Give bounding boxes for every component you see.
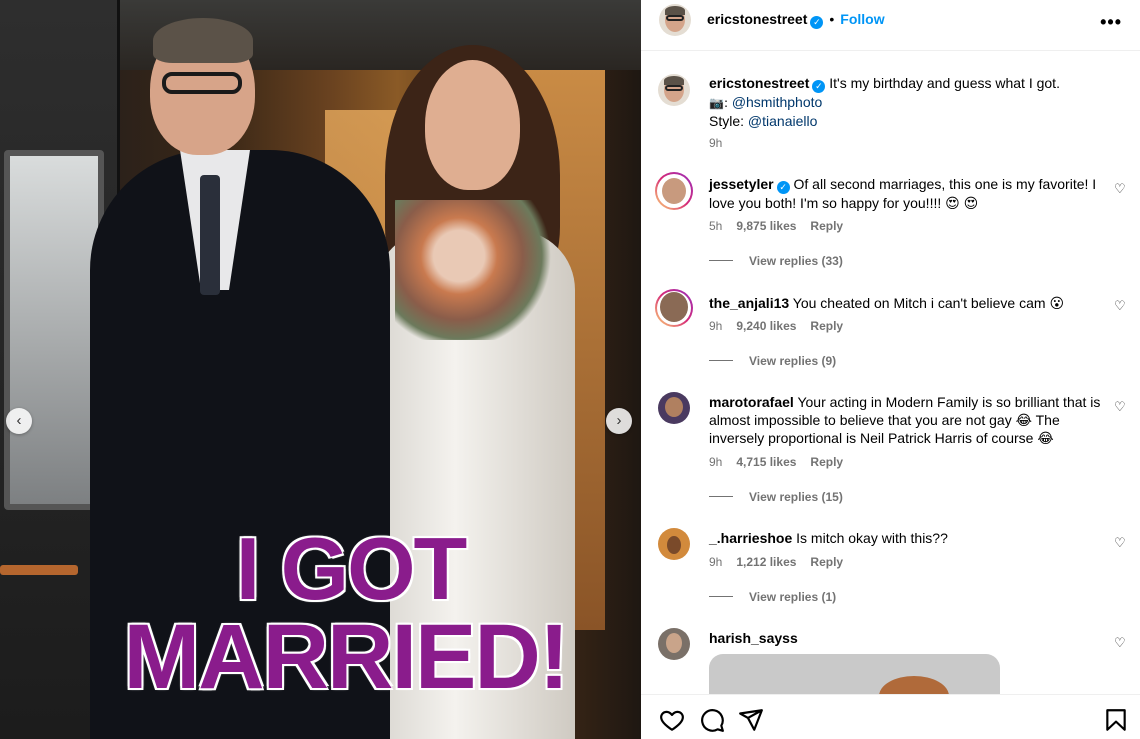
avatar-face: [662, 178, 686, 204]
caption-mention-stylist[interactable]: @tianaiello: [748, 113, 817, 129]
avatar-glasses: [665, 85, 683, 91]
view-replies-label: View replies (9): [749, 354, 837, 368]
comment-username[interactable]: _.harrieshoe: [709, 530, 792, 546]
share-icon[interactable]: [738, 707, 764, 733]
heart-icon[interactable]: ♡: [1114, 536, 1128, 550]
caption-username[interactable]: ericstonestreet: [709, 75, 809, 91]
comment-likes[interactable]: 9,240 likes: [736, 319, 796, 333]
post-header: ericstonestreet ✓ • Follow •••: [641, 0, 1140, 51]
comment-meta: 5h 9,875 likes Reply: [709, 219, 857, 233]
comment-body: You cheated on Mitch i can't believe cam…: [792, 295, 1065, 311]
replies-divider: [709, 596, 733, 597]
image-bouquet: [395, 200, 555, 340]
view-replies-label: View replies (1): [749, 590, 837, 604]
verified-icon: ✓: [812, 80, 826, 93]
avatar-face: [665, 397, 683, 417]
chevron-left-icon[interactable]: ‹: [6, 408, 32, 434]
avatar[interactable]: [658, 628, 690, 660]
bookmark-icon[interactable]: [1103, 707, 1129, 733]
action-bar: [641, 694, 1140, 739]
comment-image-preview[interactable]: [709, 654, 1000, 694]
comment-icon[interactable]: [699, 707, 725, 733]
reply-button[interactable]: Reply: [810, 455, 843, 469]
replies-divider: [709, 260, 733, 261]
reply-button[interactable]: Reply: [810, 319, 843, 333]
caption-text: ericstonestreet ✓ It's my birthday and gu…: [709, 74, 1104, 130]
view-replies-button[interactable]: View replies (15): [709, 490, 843, 504]
avatar[interactable]: [658, 74, 690, 106]
comment-time[interactable]: 5h: [709, 219, 722, 233]
avatar-hair: [665, 6, 685, 15]
comment-username[interactable]: jessetyler: [709, 176, 774, 192]
verified-icon: ✓: [776, 181, 790, 194]
comment-username[interactable]: the_anjali13: [709, 295, 789, 311]
comment-meta: 9h 1,212 likes Reply: [709, 555, 857, 569]
comment-time[interactable]: 9h: [709, 555, 722, 569]
avatar-face: [666, 633, 682, 653]
comment-meta: 9h 4,715 likes Reply: [709, 455, 857, 469]
post-panel: ericstonestreet ✓ • Follow ••• ericstonestr…: [641, 0, 1140, 739]
heart-icon[interactable]: ♡: [1114, 299, 1128, 313]
caption-line1: It's my birthday and guess what I got.: [829, 75, 1060, 91]
header-user: ericstonestreet ✓ • Follow: [707, 11, 885, 29]
caption-time[interactable]: 9h: [709, 136, 722, 150]
image-bride-face: [425, 60, 520, 190]
comment-text: jessetyler ✓ Of all second marriages, thi…: [709, 175, 1104, 212]
view-replies-button[interactable]: View replies (1): [709, 590, 836, 604]
avatar[interactable]: [655, 289, 693, 327]
image-groom-hair: [153, 18, 253, 63]
replies-divider: [709, 360, 733, 361]
comment-likes[interactable]: 4,715 likes: [736, 455, 796, 469]
heart-icon[interactable]: ♡: [1114, 400, 1128, 414]
more-options-icon[interactable]: •••: [1100, 12, 1122, 33]
comment-likes[interactable]: 1,212 likes: [736, 555, 796, 569]
reply-button[interactable]: Reply: [810, 219, 843, 233]
heart-icon[interactable]: ♡: [1114, 182, 1128, 196]
image-groom-glasses: [162, 72, 242, 94]
avatar-hair: [664, 76, 684, 85]
avatar[interactable]: [658, 528, 690, 560]
caption-mention-photographer[interactable]: @hsmithphoto: [732, 94, 822, 110]
avatar[interactable]: [655, 172, 693, 210]
comment-text: _.harrieshoe Is mitch okay with this??: [709, 529, 1104, 547]
heart-icon[interactable]: [659, 707, 685, 733]
comment-time[interactable]: 9h: [709, 319, 722, 333]
verified-icon: ✓: [810, 16, 824, 29]
header-separator: •: [829, 11, 835, 27]
avatar-glasses: [666, 15, 684, 21]
view-replies-label: View replies (33): [749, 254, 843, 268]
comment-text: marotorafael Your acting in Modern Famil…: [709, 393, 1104, 447]
comment-body: Is mitch okay with this??: [796, 530, 948, 546]
image-oven-window: [4, 150, 104, 510]
comment-username[interactable]: harish_sayss: [709, 630, 798, 646]
view-replies-button[interactable]: View replies (9): [709, 354, 836, 368]
post-image[interactable]: I GOT MARRIED! ‹ ›: [0, 0, 641, 739]
view-replies-label: View replies (15): [749, 490, 843, 504]
header-username[interactable]: ericstonestreet: [707, 11, 807, 27]
replies-divider: [709, 496, 733, 497]
view-replies-button[interactable]: View replies (33): [709, 254, 843, 268]
caption-line2-prefix: 📷:: [709, 96, 732, 110]
image-groom-tie: [200, 175, 220, 295]
avatar-face: [660, 292, 688, 322]
reply-button[interactable]: Reply: [810, 555, 843, 569]
comment-time[interactable]: 9h: [709, 455, 722, 469]
comments-scroll[interactable]: ericstonestreet ✓ It's my birthday and gu…: [641, 52, 1140, 694]
comment-username[interactable]: marotorafael: [709, 394, 794, 410]
comment-text: the_anjali13 You cheated on Mitch i can'…: [709, 294, 1104, 312]
avatar[interactable]: [658, 392, 690, 424]
avatar[interactable]: [659, 4, 691, 36]
caption-line3-prefix: Style:: [709, 113, 748, 129]
avatar-face: [667, 536, 681, 554]
comment-meta: 9h 9,240 likes Reply: [709, 319, 857, 333]
follow-button[interactable]: Follow: [840, 11, 884, 27]
overlay-text-line2: MARRIED!: [123, 606, 570, 708]
comment-text: harish_sayss: [709, 629, 1104, 647]
preview-person: [879, 676, 949, 694]
chevron-right-icon[interactable]: ›: [606, 408, 632, 434]
heart-icon[interactable]: ♡: [1114, 636, 1128, 650]
comment-likes[interactable]: 9,875 likes: [736, 219, 796, 233]
